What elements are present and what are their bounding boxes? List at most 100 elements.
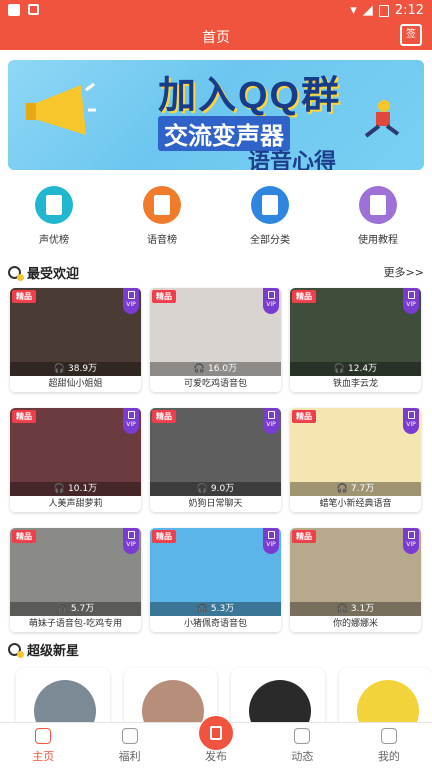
vip-lock-icon: VIP <box>123 528 139 554</box>
home-icon <box>35 728 52 744</box>
avatar <box>356 680 419 728</box>
gift-icon <box>121 728 138 744</box>
new-star-card[interactable] <box>123 668 217 728</box>
play-count: 🎧 12.4万 <box>290 362 421 376</box>
status-bar: ▾ ◢ 2:12 <box>0 0 432 22</box>
headphones-icon: 🎧 <box>56 604 68 614</box>
document-icon <box>143 186 181 224</box>
new-star-card[interactable] <box>16 668 110 728</box>
tab-0[interactable]: 主页 <box>0 723 86 768</box>
category-label: 语音榜 <box>147 235 177 246</box>
play-count-value: 10.1万 <box>68 484 98 494</box>
clock: 2:12 <box>394 3 424 18</box>
notification-icon <box>8 4 20 16</box>
signal-icon: ◢ <box>362 3 373 18</box>
headphones-icon: 🎧 <box>196 484 208 494</box>
tab-label: 动态 <box>291 750 314 763</box>
play-count-value: 5.3万 <box>210 604 235 614</box>
voice-pack-card[interactable]: 精品 VIP 🎧 9.0万 奶狗日常聊天 <box>150 408 281 512</box>
category-voice-actor-rank[interactable]: 声优榜 <box>0 186 108 246</box>
more-link[interactable]: 更多>> <box>384 264 424 280</box>
voice-pack-card[interactable]: 精品 VIP 🎧 38.9万 超甜仙小姐姐 <box>10 288 141 392</box>
headphones-icon: 🎧 <box>333 364 346 374</box>
promo-banner[interactable]: 加入QQ群 交流变声器 语音心得 <box>8 60 424 170</box>
play-count-value: 7.7万 <box>350 484 375 494</box>
new-stars-list <box>16 668 432 728</box>
voice-pack-card[interactable]: 精品 VIP 🎧 16.0万 可爱吃鸡语音包 <box>150 288 281 392</box>
book-icon <box>359 186 397 224</box>
radio-icon <box>294 728 311 744</box>
play-count-value: 38.9万 <box>68 364 98 374</box>
vip-lock-icon: VIP <box>403 408 419 434</box>
app-notification-icon <box>28 4 39 15</box>
play-count-value: 16.0万 <box>208 364 238 374</box>
category-label: 使用教程 <box>358 235 398 246</box>
tab-label: 主页 <box>32 750 55 763</box>
person-illustration-icon <box>364 100 400 138</box>
banner-line1: 加入QQ群 <box>158 75 342 117</box>
new-star-card[interactable] <box>231 668 325 728</box>
vip-lock-icon: VIP <box>403 528 419 554</box>
play-count: 🎧 5.7万 <box>10 602 141 616</box>
tab-3[interactable]: 动态 <box>259 723 345 768</box>
voice-pack-card[interactable]: 精品 VIP 🎧 5.3万 小猪佩奇语音包 <box>150 528 281 632</box>
tab-4[interactable]: 我的 <box>346 723 432 768</box>
voice-pack-name: 铁血李云龙 <box>290 376 421 392</box>
megaphone-icon <box>26 82 96 135</box>
play-count: 🎧 7.7万 <box>290 482 421 496</box>
vip-lock-icon: VIP <box>123 408 139 434</box>
vip-lock-icon: VIP <box>263 408 279 434</box>
headphones-icon: 🎧 <box>336 604 348 614</box>
tab-label: 福利 <box>118 750 141 763</box>
tab-label: 我的 <box>377 750 400 763</box>
play-count: 🎧 9.0万 <box>150 482 281 496</box>
publish-button[interactable] <box>199 716 233 750</box>
section-title: 最受欢迎 <box>27 266 80 282</box>
section-title: 超级新星 <box>27 643 80 659</box>
category-voice-rank[interactable]: 语音榜 <box>108 186 216 246</box>
category-tutorial[interactable]: 使用教程 <box>324 186 432 246</box>
voice-pack-name: 可爱吃鸡语音包 <box>150 376 281 392</box>
app-bar: 首页 签 <box>0 22 432 50</box>
checkin-calendar-icon[interactable]: 签 <box>400 24 422 46</box>
voice-pack-card[interactable]: 精品 VIP 🎧 10.1万 人美声甜萝莉 <box>10 408 141 512</box>
vip-lock-icon: VIP <box>263 528 279 554</box>
premium-badge: 精品 <box>152 530 176 543</box>
voice-pack-card[interactable]: 精品 VIP 🎧 3.1万 你的娜娜米 <box>290 528 421 632</box>
headphones-icon: 🎧 <box>196 604 208 614</box>
play-count: 🎧 38.9万 <box>10 362 141 376</box>
vip-lock-icon: VIP <box>263 288 279 314</box>
avatar <box>34 680 96 728</box>
headphones-icon: 🎧 <box>53 364 66 374</box>
category-shortcuts: 声优榜 语音榜 全部分类 使用教程 <box>0 186 432 246</box>
profile-icon <box>380 728 397 744</box>
premium-badge: 精品 <box>12 290 36 303</box>
headphones-icon: 🎧 <box>193 364 206 374</box>
play-count-value: 3.1万 <box>350 604 375 614</box>
voice-pack-card[interactable]: 精品 VIP 🎧 7.7万 蜡笔小新经典语音 <box>290 408 421 512</box>
voice-pack-card[interactable]: 精品 VIP 🎧 5.7万 萌妹子语音包-吃鸡专用 <box>10 528 141 632</box>
voice-pack-name: 蜡笔小新经典语音 <box>290 496 421 512</box>
voice-pack-name: 你的娜娜米 <box>290 616 421 632</box>
category-label: 声优榜 <box>39 235 69 246</box>
play-count-value: 12.4万 <box>348 364 378 374</box>
voice-pack-name: 萌妹子语音包-吃鸡专用 <box>10 616 141 632</box>
popular-section-header: 最受欢迎 更多>> <box>8 263 424 282</box>
category-all[interactable]: 全部分类 <box>216 186 324 246</box>
list-icon <box>251 186 289 224</box>
category-label: 全部分类 <box>250 235 290 246</box>
voice-pack-card[interactable]: 精品 VIP 🎧 12.4万 铁血李云龙 <box>290 288 421 392</box>
play-count-value: 9.0万 <box>210 484 235 494</box>
play-count: 🎧 16.0万 <box>150 362 281 376</box>
battery-icon <box>378 4 389 17</box>
avatar <box>141 680 204 728</box>
premium-badge: 精品 <box>152 290 176 303</box>
tab-1[interactable]: 福利 <box>86 723 172 768</box>
popular-grid: 精品 VIP 🎧 38.9万 超甜仙小姐姐 精品 VIP 🎧 16.0万 可爱吃… <box>10 288 422 632</box>
document-icon <box>35 186 73 224</box>
tab-label: 发布 <box>205 750 228 763</box>
headphones-icon: 🎧 <box>336 484 348 494</box>
avatar <box>249 680 311 728</box>
new-star-card[interactable] <box>338 668 432 728</box>
play-count: 🎧 5.3万 <box>150 602 281 616</box>
